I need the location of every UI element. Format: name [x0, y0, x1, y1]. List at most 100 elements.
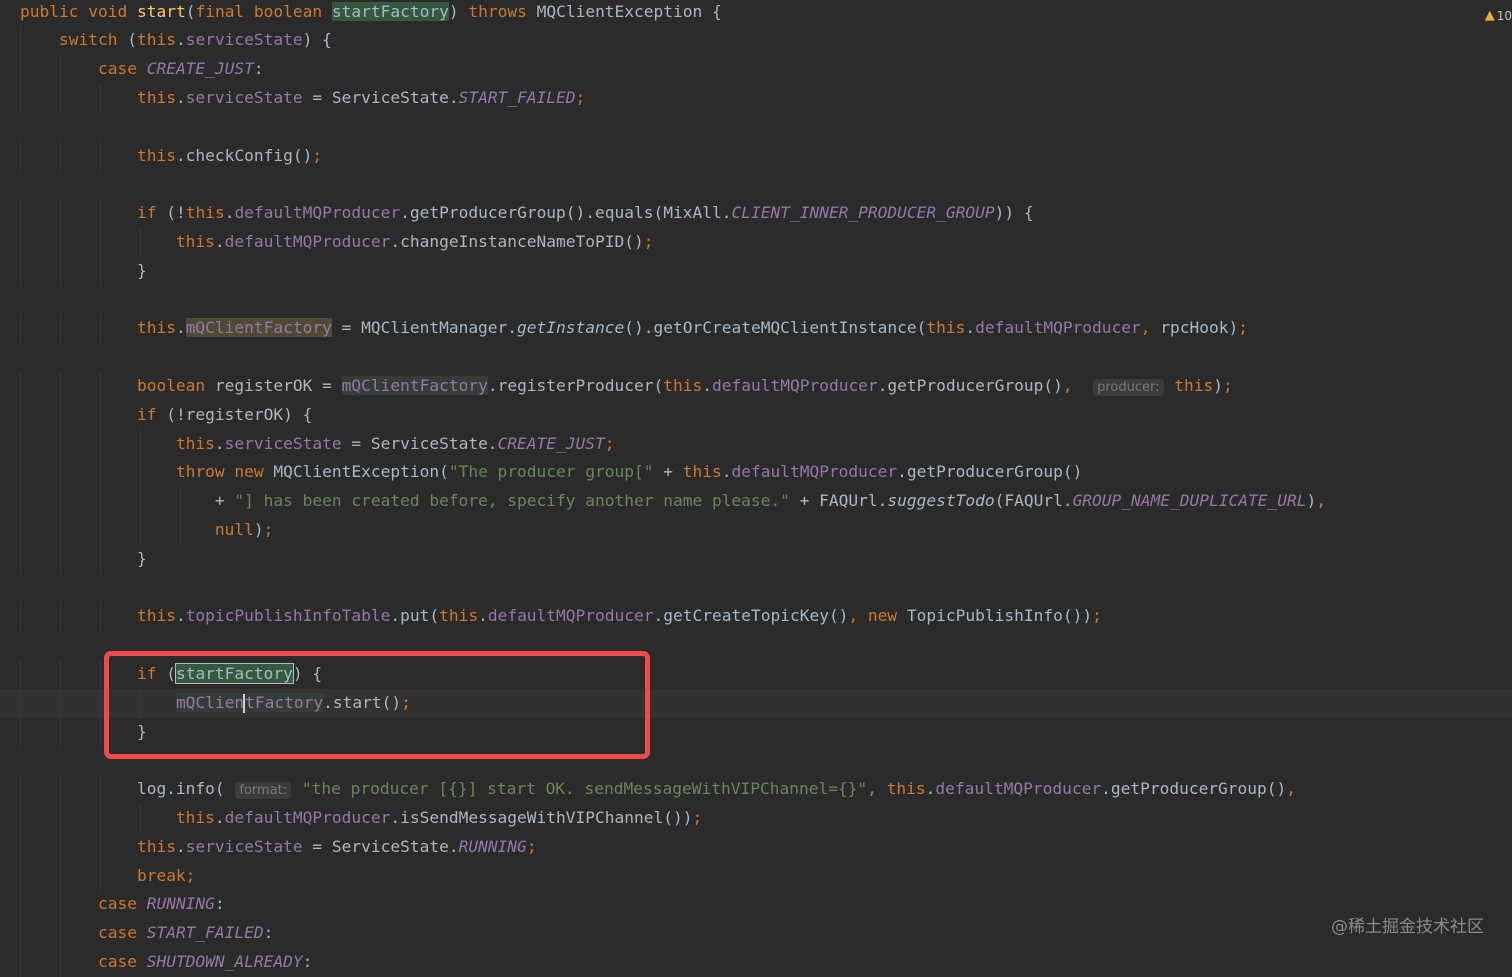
code-line[interactable] — [0, 574, 1512, 603]
watermark: @稀土掘金技术社区 — [1331, 917, 1484, 937]
parameter-hint: producer: — [1093, 379, 1164, 396]
code-token: defaultMQProducer — [712, 376, 878, 395]
code-token: = ServiceState. — [341, 433, 498, 453]
code-line[interactable]: break; — [0, 861, 1512, 891]
code-line[interactable]: } — [0, 544, 1512, 574]
code-token: ; — [643, 232, 654, 251]
code-line[interactable] — [0, 113, 1512, 142]
code-token: defaultMQProducer — [935, 779, 1102, 799]
code-line[interactable]: switch (this.serviceState) { — [0, 26, 1512, 56]
code-token: .checkConfig() — [175, 145, 313, 165]
code-token: defaultMQProducer — [487, 606, 654, 626]
code-line-content: case START_FAILED: — [20, 919, 273, 948]
code-token: , new — [848, 606, 898, 626]
code-token: . — [925, 779, 936, 799]
code-token: switch — [58, 30, 118, 50]
code-token: log.info( — [20, 779, 235, 799]
code-line[interactable]: this.topicPublishInfoTable.put(this.defa… — [0, 602, 1512, 632]
code-token: ; — [263, 520, 274, 539]
code-token: this — [175, 808, 215, 827]
code-line[interactable]: case RUNNING: — [0, 890, 1512, 920]
code-line[interactable]: null); — [0, 516, 1512, 545]
code-line-content: + "] has been created before, specify an… — [20, 487, 1326, 516]
code-line-content: } — [20, 257, 147, 286]
code-token: suggestTodo — [887, 491, 995, 511]
code-token: , — [1140, 318, 1161, 338]
code-line[interactable]: this.serviceState = ServiceState.CREATE_… — [0, 429, 1512, 459]
code-line-content: null); — [20, 516, 273, 545]
code-token: SHUTDOWN_ALREADY — [146, 952, 303, 971]
code-token: ( — [117, 30, 137, 50]
code-editor[interactable]: public void start(final boolean startFac… — [0, 0, 1512, 977]
code-line[interactable]: } — [0, 256, 1512, 286]
code-token: . — [175, 606, 186, 626]
code-token: + — [653, 462, 683, 482]
code-line[interactable]: public void start(final boolean startFac… — [0, 0, 1512, 26]
code-token: this — [926, 318, 966, 338]
code-token: ; — [1238, 318, 1249, 338]
code-line[interactable]: this.defaultMQProducer.isSendMessageWith… — [0, 804, 1512, 833]
code-token: throw new — [175, 462, 264, 482]
code-line[interactable] — [0, 286, 1512, 315]
code-token: : — [214, 894, 225, 914]
code-token: this — [886, 779, 926, 799]
code-line[interactable]: if (!registerOK) { — [0, 400, 1512, 430]
code-line-content: case CREATE_JUST: — [20, 55, 264, 84]
code-line[interactable] — [0, 343, 1512, 372]
code-token: : — [253, 59, 264, 79]
code-token: mQClientFactory — [341, 376, 488, 395]
code-token: this — [682, 462, 722, 482]
code-token: MQClientException( — [263, 462, 449, 482]
code-line[interactable]: if (!this.defaultMQProducer.getProducerG… — [0, 199, 1512, 228]
warning-triangle-icon: ▲ — [1484, 8, 1495, 23]
code-token: if — [136, 404, 157, 424]
code-line[interactable]: boolean registerOK = mQClientFactory.reg… — [0, 372, 1512, 401]
code-token: break; — [136, 865, 196, 885]
code-token: this — [663, 376, 703, 395]
code-token: case — [97, 894, 137, 914]
code-line[interactable] — [0, 170, 1512, 199]
code-token: , — [1316, 491, 1326, 511]
code-line[interactable]: case SHUTDOWN_ALREADY: — [0, 948, 1512, 977]
code-token: defaultMQProducer — [224, 232, 391, 251]
code-token: public — [20, 1, 79, 21]
code-token: final boolean — [195, 1, 323, 21]
code-token: . — [478, 606, 488, 626]
code-token: ) — [253, 520, 264, 539]
code-token: GROUP_NAME_DUPLICATE_URL — [1072, 491, 1307, 511]
code-line[interactable]: throw new MQClientException("The produce… — [0, 458, 1512, 488]
code-token: (FAQUrl. — [994, 491, 1073, 511]
code-line[interactable]: case CREATE_JUST: — [0, 55, 1512, 84]
code-line[interactable]: this.checkConfig(); — [0, 141, 1512, 171]
code-token: .registerProducer( — [487, 376, 664, 395]
code-line[interactable]: this.serviceState = ServiceState.RUNNING… — [0, 832, 1512, 862]
code-line[interactable]: case START_FAILED: — [0, 919, 1512, 948]
code-token: this — [175, 433, 215, 453]
code-token: ( — [185, 1, 196, 21]
code-line[interactable]: this.mQClientFactory = MQClientManager.g… — [0, 314, 1512, 344]
code-line[interactable]: + "] has been created before, specify an… — [0, 487, 1512, 516]
code-line[interactable]: this.serviceState = ServiceState.START_F… — [0, 84, 1512, 113]
code-line-content: this.defaultMQProducer.changeInstanceNam… — [20, 228, 654, 257]
code-token: serviceState — [185, 88, 303, 107]
code-line[interactable]: log.info( format: "the producer [{}] sta… — [0, 775, 1512, 804]
code-line[interactable]: this.defaultMQProducer.changeInstanceNam… — [0, 228, 1512, 257]
code-token: mQClientFactory — [185, 318, 332, 338]
code-line-content: public void start(final boolean startFac… — [20, 0, 722, 26]
code-token: ; — [692, 808, 703, 827]
warning-indicator[interactable]: ▲ 10 — [1485, 8, 1512, 23]
